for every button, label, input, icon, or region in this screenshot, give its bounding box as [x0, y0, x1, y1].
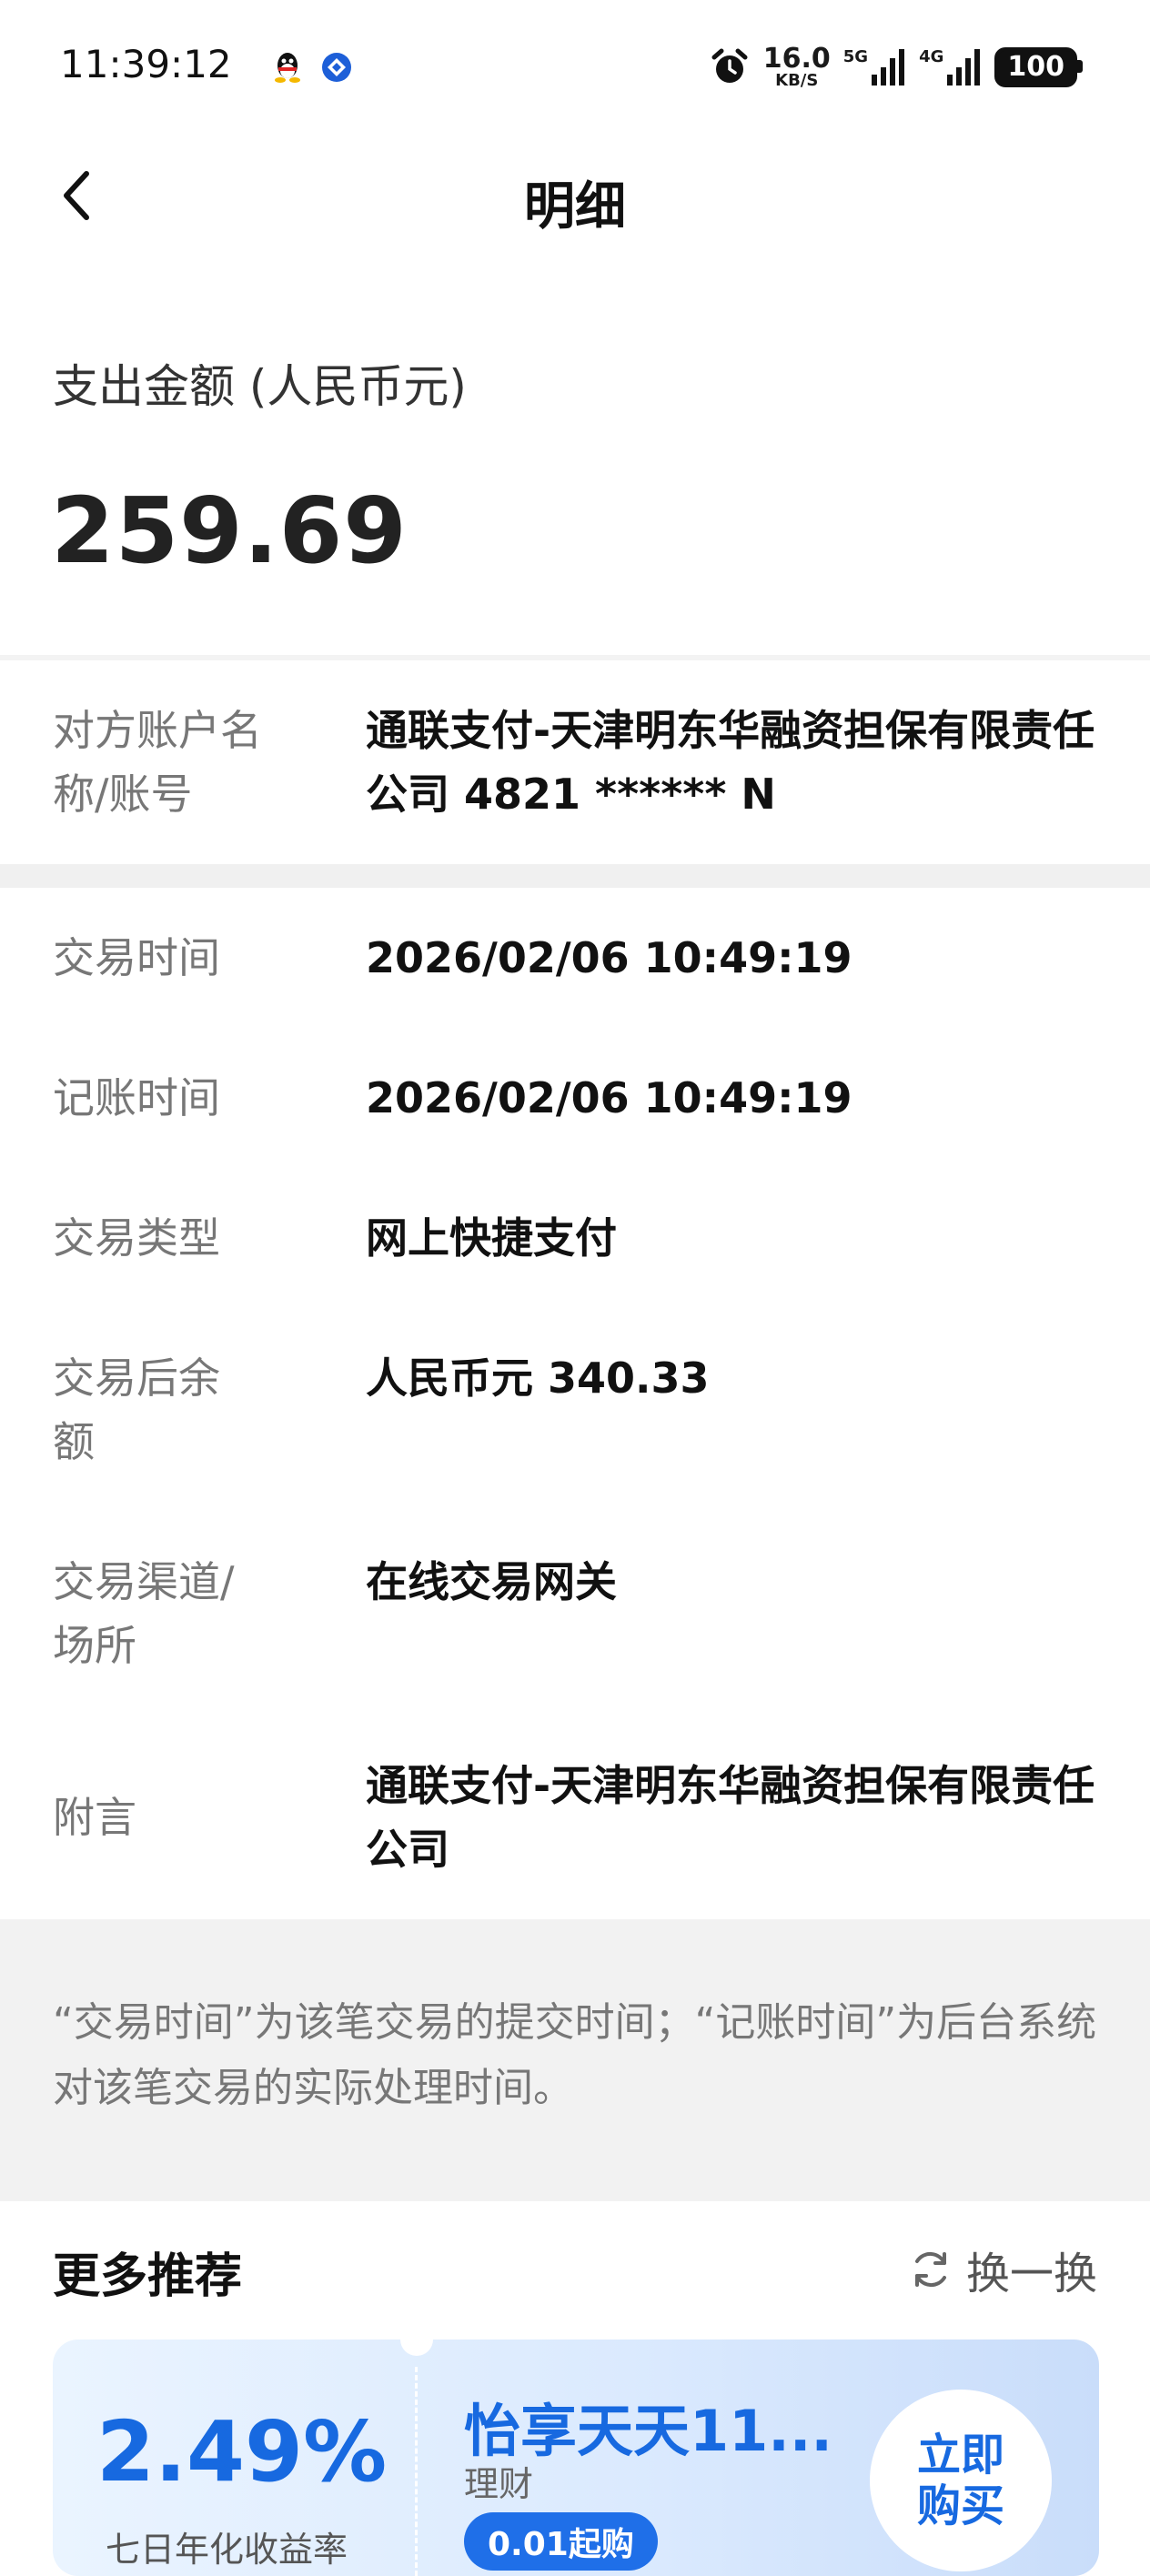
- detail-value: 通联支付-天津明东华融资担保有限责任公司: [366, 1761, 1095, 1874]
- detail-label: 对方账户名称/账号: [53, 706, 262, 819]
- refresh-icon: [914, 2251, 946, 2288]
- signal-bars-icon: [872, 49, 905, 86]
- product-tag: 0.01起购: [464, 2512, 658, 2571]
- signal-bars-icon: [947, 49, 981, 86]
- network-speed: 16.0 KB/S: [763, 45, 831, 89]
- refresh-button[interactable]: 换一换: [908, 2238, 1097, 2301]
- net-tag-4g: 4G: [919, 47, 944, 66]
- product-rate: 2.49%: [96, 2403, 388, 2501]
- detail-label: 记账时间: [53, 1073, 220, 1122]
- card-notch: [400, 2340, 433, 2356]
- battery-indicator: 100: [994, 47, 1083, 87]
- nav-bar: 明细: [0, 136, 1150, 255]
- detail-label: 交易时间: [53, 933, 220, 982]
- amount-value: 259.69: [51, 478, 408, 584]
- speed-unit: KB/S: [775, 71, 819, 90]
- detail-label: 交易类型: [53, 1213, 220, 1263]
- detail-label: 交易后余额: [53, 1353, 220, 1466]
- buy-now-label: 立即购买: [916, 2430, 1004, 2531]
- net-tag-5g: 5G: [842, 47, 869, 66]
- detail-value: 网上快捷支付: [366, 1213, 617, 1263]
- note-box: “交易时间”为该笔交易的提交时间；“记账时间”为后台系统对该笔交易的实际处理时间…: [0, 1919, 1150, 2201]
- detail-value: 2026/02/06 10:49:19: [366, 1073, 852, 1122]
- recommend-title: 更多推荐: [53, 2249, 243, 2304]
- detail-label: 交易渠道/场所: [53, 1557, 235, 1670]
- detail-label: 附言: [53, 1793, 136, 1842]
- note-text: “交易时间”为该笔交易的提交时间；“记账时间”为后台系统对该笔交易的实际处理时间…: [53, 1999, 1097, 2111]
- detail-value: 2026/02/06 10:49:19: [366, 933, 852, 982]
- qq-icon: [275, 53, 300, 83]
- status-bar: 11:39:12 16.0 KB/S 5G 4G 100: [0, 0, 1150, 136]
- status-time: 11:39:12: [60, 42, 232, 86]
- detail-value: 人民币元 340.33: [366, 1353, 710, 1403]
- bank-app-icon: [322, 53, 351, 82]
- product-rate-label: 七日年化收益率: [106, 2530, 348, 2570]
- refresh-label: 换一换: [965, 2249, 1097, 2299]
- speed-value: 16.0: [762, 43, 831, 75]
- product-type: 理财: [464, 2464, 534, 2504]
- detail-value: 在线交易网关: [366, 1557, 617, 1606]
- product-card[interactable]: 2.49% 七日年化收益率 怡享天天11... 理财 0.01起购 立即购买: [53, 2340, 1099, 2576]
- signal-5g: 5G: [843, 47, 906, 87]
- alarm-icon: [711, 48, 748, 83]
- buy-now-button[interactable]: 立即购买: [870, 2390, 1052, 2571]
- amount-label: 支出金额 (人民币元): [53, 360, 467, 413]
- detail-value: 通联支付-天津明东华融资担保有限责任公司 4821 ****** N: [366, 706, 1095, 819]
- page-title: 明细: [524, 177, 626, 236]
- signal-4g: 4G: [919, 47, 982, 87]
- section-divider: [0, 864, 1150, 888]
- divider: [0, 655, 1150, 660]
- product-name: 怡享天天11...: [464, 2398, 832, 2464]
- card-divider: [415, 2367, 418, 2576]
- status-indicators: 16.0 KB/S 5G 4G 100: [709, 42, 1083, 93]
